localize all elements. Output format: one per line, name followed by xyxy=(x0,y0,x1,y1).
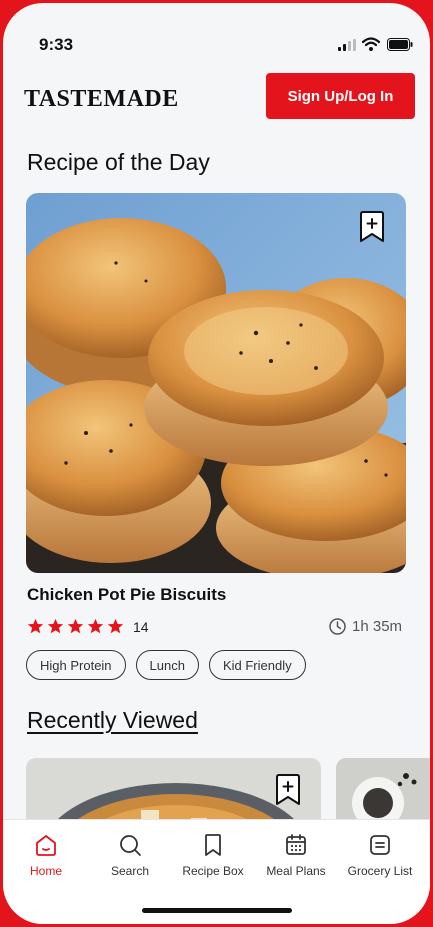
recently-viewed-title[interactable]: Recently Viewed xyxy=(27,707,198,734)
home-indicator[interactable] xyxy=(142,908,292,913)
tag-high-protein[interactable]: High Protein xyxy=(26,650,126,680)
tab-recipe-box-label: Recipe Box xyxy=(182,864,244,878)
search-icon xyxy=(120,835,141,856)
rating-count: 14 xyxy=(133,618,149,635)
tab-home[interactable]: Home xyxy=(3,832,91,878)
signup-login-button[interactable]: Sign Up/Log In xyxy=(266,73,415,119)
recipe-hero-image[interactable] xyxy=(26,193,406,573)
tab-search[interactable]: Search xyxy=(85,832,175,878)
signal-icon xyxy=(338,39,356,51)
star-icon xyxy=(67,618,84,634)
clock-icon xyxy=(329,618,346,635)
tab-search-label: Search xyxy=(110,864,150,878)
bookmark-icon xyxy=(205,834,221,856)
star-icon xyxy=(27,618,44,634)
recipe-name[interactable]: Chicken Pot Pie Biscuits xyxy=(27,585,226,605)
recipe-tags: High Protein Lunch Kid Friendly xyxy=(26,650,306,680)
tab-recipe-box[interactable]: Recipe Box xyxy=(168,832,258,878)
tab-meal-plans[interactable]: Meal Plans xyxy=(251,832,341,878)
list-icon xyxy=(370,835,390,855)
save-recipe-button[interactable] xyxy=(359,211,385,243)
star-icon xyxy=(107,618,124,634)
phone-screen: 9:33 TASTEMADE Sign Up/Log In Recipe of … xyxy=(3,3,430,924)
save-recently-viewed-button[interactable] xyxy=(275,774,301,806)
rating-stars: 14 xyxy=(27,618,149,635)
star-icon xyxy=(47,618,64,634)
tab-meal-plans-label: Meal Plans xyxy=(266,864,326,878)
tastemade-logo: TASTEMADE xyxy=(24,86,179,112)
tag-lunch[interactable]: Lunch xyxy=(135,650,199,680)
calendar-icon xyxy=(286,834,306,855)
cook-time-value: 1h 35m xyxy=(352,618,403,635)
home-icon xyxy=(36,835,56,856)
wifi-icon xyxy=(362,37,380,51)
bookmark-add-icon xyxy=(360,211,384,242)
recipe-of-the-day-title: Recipe of the Day xyxy=(27,149,210,175)
tab-grocery-list[interactable]: Grocery List xyxy=(335,832,425,878)
tag-kid-friendly[interactable]: Kid Friendly xyxy=(208,650,306,680)
tab-grocery-list-label: Grocery List xyxy=(347,864,413,878)
tab-home-label: Home xyxy=(29,864,62,878)
battery-icon xyxy=(387,38,413,51)
status-bar: 9:33 xyxy=(3,3,430,67)
cook-time: 1h 35m xyxy=(329,618,402,635)
status-time: 9:33 xyxy=(39,35,74,54)
bookmark-add-icon xyxy=(276,774,300,805)
star-icon xyxy=(87,618,104,634)
